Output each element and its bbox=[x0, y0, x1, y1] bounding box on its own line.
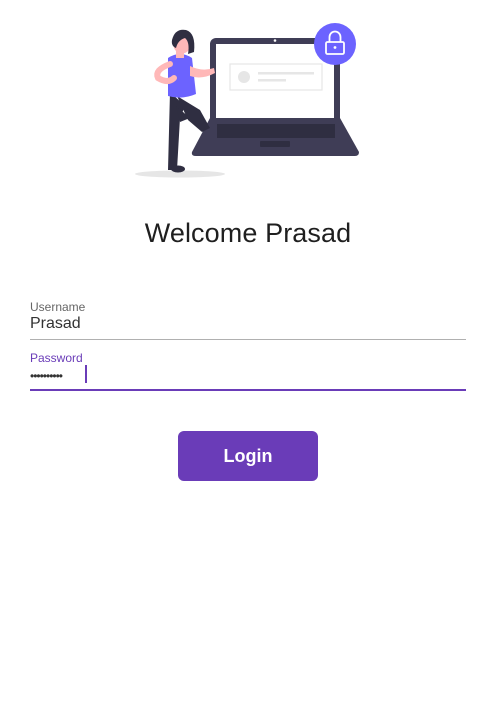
password-label: Password bbox=[30, 351, 83, 365]
login-screen: Welcome Prasad Username Prasad Password … bbox=[0, 0, 496, 719]
text-cursor bbox=[85, 365, 87, 383]
password-input[interactable]: •••••••••• bbox=[30, 367, 63, 385]
welcome-title: Welcome Prasad bbox=[144, 218, 352, 248]
username-label: Username bbox=[30, 300, 86, 314]
username-input[interactable]: Prasad bbox=[30, 315, 81, 333]
username-underline bbox=[30, 339, 466, 340]
lock-badge bbox=[314, 23, 356, 65]
woman-with-laptop-lock-illustration bbox=[135, 23, 359, 178]
login-button[interactable]: Login bbox=[178, 431, 318, 481]
password-underline bbox=[30, 389, 466, 391]
